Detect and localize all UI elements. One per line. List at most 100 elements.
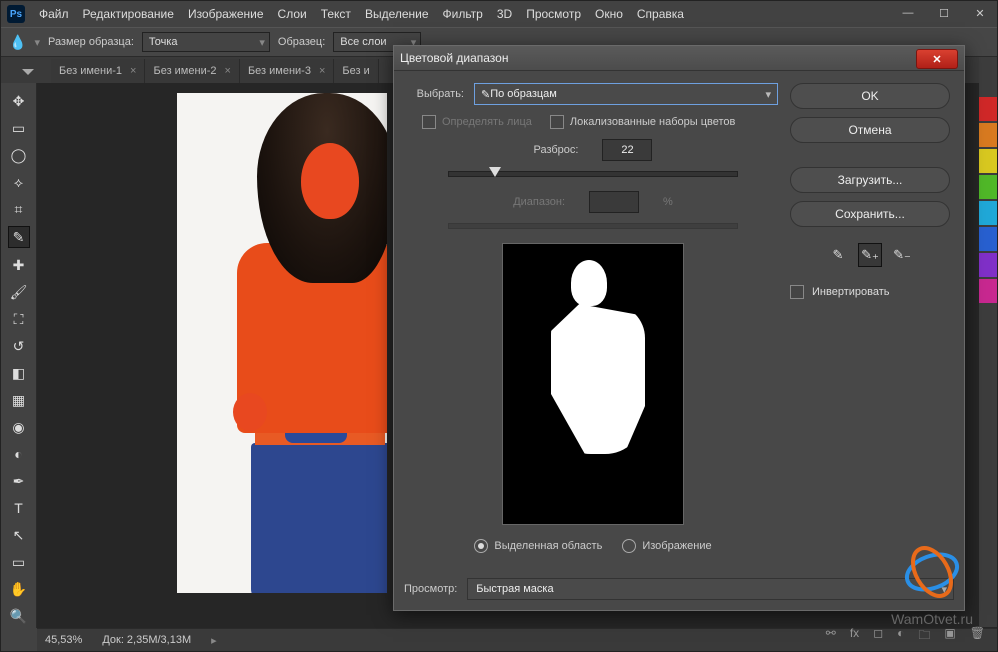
color-range-dialog: Цветовой диапазон ✕ Выбрать: ✎ По образц… [393,45,965,611]
document-tab[interactable]: Без и [334,59,378,83]
mask-icon[interactable]: ◻ [873,626,883,647]
sample-size-select[interactable]: Точка [142,32,270,52]
localized-label: Локализованные наборы цветов [570,116,736,128]
quick-select-tool-icon[interactable]: ⟡ [9,172,29,192]
ok-button[interactable]: OK [790,83,950,109]
dialog-titlebar[interactable]: Цветовой диапазон ✕ [394,46,964,71]
sample-size-label: Размер образца: [48,36,134,48]
type-tool-icon[interactable]: T [9,498,29,518]
preview-image-radio[interactable] [622,539,636,553]
detect-faces-checkbox [422,115,436,129]
zoom-tool-icon[interactable]: 🔍 [9,606,29,626]
window-maximize[interactable]: ☐ [931,5,957,21]
menu-text[interactable]: Текст [321,7,351,21]
load-button[interactable]: Загрузить... [790,167,950,193]
preview-selection-radio[interactable] [474,539,488,553]
localized-checkbox[interactable] [550,115,564,129]
healing-brush-tool-icon[interactable]: ✚ [9,255,29,275]
history-brush-tool-icon[interactable]: ↺ [9,336,29,356]
tab-label: Без и [342,65,369,77]
gradient-tool-icon[interactable]: ▦ [9,390,29,410]
swatch[interactable] [979,175,997,199]
menu-edit[interactable]: Редактирование [83,7,174,21]
menu-layers[interactable]: Слои [278,7,307,21]
lasso-tool-icon[interactable]: ◯ [9,145,29,165]
hand-tool-icon[interactable]: ✋ [9,579,29,599]
blur-tool-icon[interactable]: ◉ [9,417,29,437]
preview-mode-select[interactable]: Быстрая маска [467,578,954,600]
menu-filter[interactable]: Фильтр [443,7,483,21]
swatch[interactable] [979,253,997,277]
range-input [589,191,639,213]
folder-icon[interactable]: 🗀 [918,626,930,647]
dialog-title: Цветовой диапазон [400,51,508,65]
eyedropper-add-icon[interactable]: ✎₊ [858,243,882,267]
pen-tool-icon[interactable]: ✒ [9,471,29,491]
selection-preview[interactable] [502,243,684,525]
range-label: Диапазон: [513,196,565,208]
swatch[interactable] [979,149,997,173]
menu-view[interactable]: Просмотр [526,7,581,21]
eyedropper-tool-icon[interactable]: ✎ [8,226,30,248]
stamp-tool-icon[interactable]: ⛶ [9,309,29,329]
eraser-tool-icon[interactable]: ◧ [9,363,29,383]
document-tab[interactable]: Без имени-2 × [145,59,239,83]
move-tool-icon[interactable]: ✥ [9,91,29,111]
fx-icon[interactable]: fx [850,626,859,647]
path-select-tool-icon[interactable]: ↖ [9,525,29,545]
window-close[interactable]: ✕ [967,5,993,21]
dodge-tool-icon[interactable]: ◐ [9,444,29,464]
rectangle-tool-icon[interactable]: ▭ [9,552,29,572]
eyedropper-icon[interactable]: ✎ [826,243,850,267]
menu-file[interactable]: Файл [39,7,69,21]
tools-toggle[interactable] [15,63,41,81]
swatch[interactable] [979,227,997,251]
eyedropper-subtract-icon[interactable]: ✎₋ [890,243,914,267]
close-icon[interactable]: × [130,65,136,77]
menu-3d[interactable]: 3D [497,7,512,21]
new-layer-icon[interactable]: ▣ [944,626,955,647]
brush-tool-icon[interactable]: 🖌 [9,282,29,302]
select-label: Выбрать: [408,88,464,100]
document-tab[interactable]: Без имени-3 × [240,59,334,83]
tab-label: Без имени-2 [153,65,216,77]
invert-checkbox[interactable] [790,285,804,299]
document-tab[interactable]: Без имени-1 × [51,59,145,83]
sample-label: Образец: [278,36,325,48]
link-icon[interactable]: ⚯ [826,626,836,647]
fuzziness-slider[interactable] [448,171,738,177]
save-button[interactable]: Сохранить... [790,201,950,227]
swatch[interactable] [979,123,997,147]
range-slider [448,223,738,229]
menu-image[interactable]: Изображение [188,7,264,21]
trash-icon[interactable]: 🗑 [970,626,985,647]
tab-label: Без имени-3 [248,65,311,77]
preview-mode-label: Просмотр: [404,583,457,595]
select-method-dropdown[interactable]: ✎ По образцам [474,83,778,105]
eyedropper-tool-icon: 💧 [9,34,26,51]
invert-label: Инвертировать [812,286,889,298]
fuzziness-label: Разброс: [534,144,579,156]
close-icon[interactable]: × [319,65,325,77]
crop-tool-icon[interactable]: ⌗ [9,199,29,219]
swatch[interactable] [979,201,997,225]
color-swatches-panel [979,57,997,627]
menu-help[interactable]: Справка [637,7,684,21]
menu-window[interactable]: Окно [595,7,623,21]
swatch[interactable] [979,279,997,303]
document-size: Док: 2,35M/3,13M [102,634,191,646]
swatch[interactable] [979,97,997,121]
adjustment-icon[interactable]: ◐ [897,626,904,647]
cancel-button[interactable]: Отмена [790,117,950,143]
tab-label: Без имени-1 [59,65,122,77]
window-minimize[interactable]: — [895,5,921,21]
menu-select[interactable]: Выделение [365,7,429,21]
dialog-close-button[interactable]: ✕ [916,49,958,69]
fuzziness-input[interactable] [602,139,652,161]
slider-thumb-icon[interactable] [489,167,501,177]
close-icon[interactable]: × [225,65,231,77]
marquee-tool-icon[interactable]: ▭ [9,118,29,138]
watermark-logo-icon [903,537,961,607]
range-unit: % [663,196,673,208]
zoom-level[interactable]: 45,53% [45,634,82,646]
